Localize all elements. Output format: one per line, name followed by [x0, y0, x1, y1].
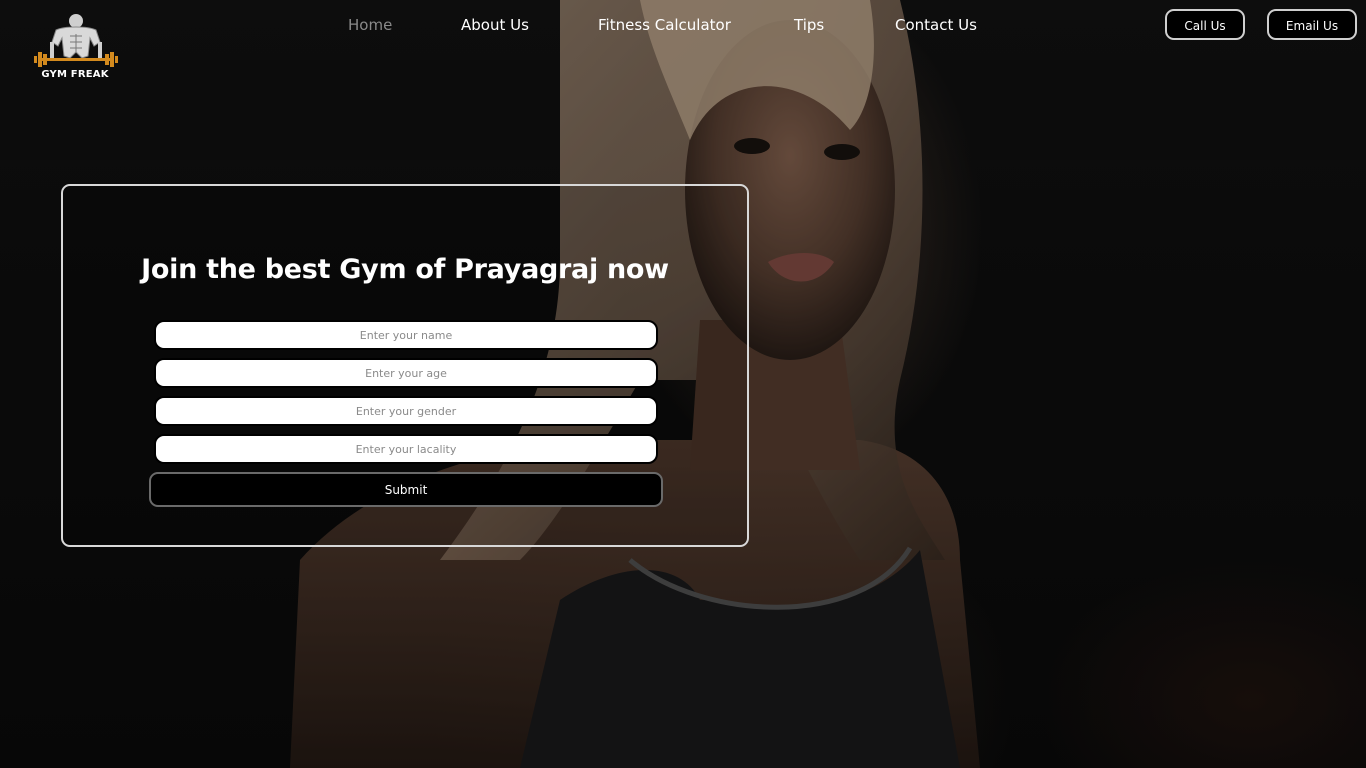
brand-logo[interactable]: GYM FREAK [34, 12, 120, 86]
page: GYM FREAK Home About Us Fitness Calculat… [0, 0, 1366, 768]
gender-input[interactable] [154, 396, 658, 426]
submit-button[interactable]: Submit [149, 472, 663, 507]
age-input[interactable] [154, 358, 658, 388]
nav-home[interactable]: Home [348, 16, 392, 34]
call-us-button[interactable]: Call Us [1165, 9, 1245, 40]
join-form-title: Join the best Gym of Prayagraj now [141, 254, 669, 285]
nav-fitness-calculator[interactable]: Fitness Calculator [598, 16, 731, 34]
bodybuilder-dumbbell-icon [34, 14, 118, 67]
brand-name: GYM FREAK [41, 69, 109, 80]
nav-contact-us[interactable]: Contact Us [895, 16, 977, 34]
name-input[interactable] [154, 320, 658, 350]
nav-about-us[interactable]: About Us [461, 16, 529, 34]
email-us-button[interactable]: Email Us [1267, 9, 1357, 40]
locality-input[interactable] [154, 434, 658, 464]
join-form-card: Join the best Gym of Prayagraj now Submi… [61, 184, 749, 547]
nav-tips[interactable]: Tips [794, 16, 824, 34]
